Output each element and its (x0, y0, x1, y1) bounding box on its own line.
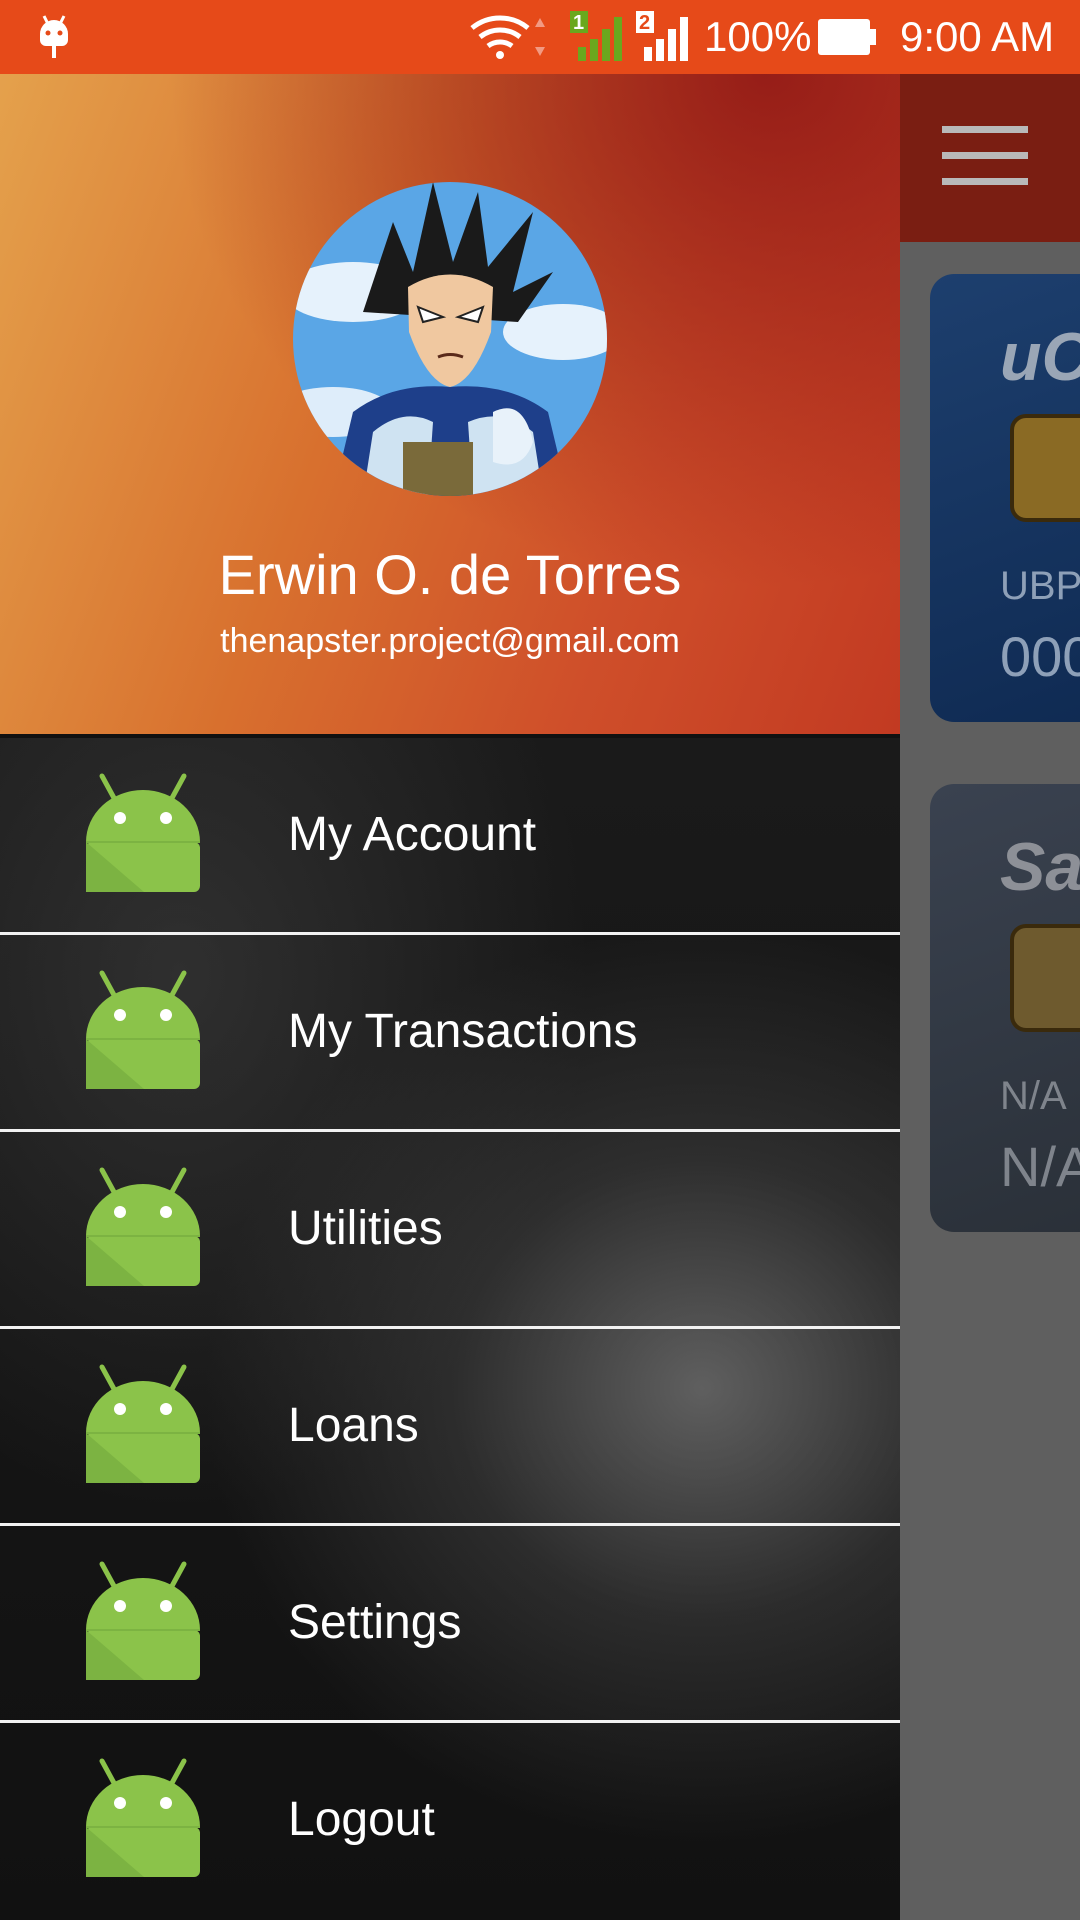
nav-item-utilities[interactable]: Utilities (0, 1132, 900, 1329)
nav-label: My Transactions (288, 1005, 638, 1058)
sim1-signal-icon: 1 (568, 0, 628, 74)
android-icon (84, 1363, 202, 1487)
card-label: N/A (1000, 1074, 1067, 1118)
savings-card[interactable]: Sa N/A N/A (930, 784, 1080, 1232)
card-title: Sa (1000, 829, 1080, 905)
app-toolbar (900, 74, 1080, 242)
nav-item-my-account[interactable]: My Account (0, 738, 900, 935)
android-icon (84, 1757, 202, 1881)
sim1-label: 1 (573, 12, 584, 34)
status-time: 9:00 AM (900, 13, 1055, 60)
card-chip-icon (1010, 924, 1080, 1032)
sim2-label: 2 (639, 12, 650, 34)
nav-label: Logout (288, 1793, 435, 1846)
nav-label: Settings (288, 1596, 462, 1649)
card-number: 000 (1000, 625, 1080, 688)
card-label: UBP (1000, 564, 1080, 608)
app-content: uC UBP 000 Sa N/A N/A (900, 242, 1080, 1920)
nav-label: Loans (288, 1399, 419, 1452)
card-number: N/A (1000, 1135, 1080, 1198)
avatar[interactable] (293, 182, 607, 496)
status-bar: 1 2 100% 9:00 AM (0, 0, 1080, 74)
navigation-drawer: Erwin O. de Torres thenapster.project@gm… (0, 74, 900, 1920)
nav-item-my-transactions[interactable]: My Transactions (0, 935, 900, 1132)
user-email: thenapster.project@gmail.com (220, 622, 680, 660)
nav-label: Utilities (288, 1202, 443, 1255)
battery-percent: 100% (704, 13, 812, 60)
sim2-signal-icon: 2 (634, 0, 694, 74)
card-title: uC (1000, 319, 1080, 395)
wifi-icon (470, 0, 550, 74)
android-icon (84, 969, 202, 1093)
android-icon (84, 1560, 202, 1684)
nav-item-logout[interactable]: Logout (0, 1723, 900, 1917)
user-name: Erwin O. de Torres (218, 543, 682, 606)
nav-item-settings[interactable]: Settings (0, 1526, 900, 1723)
nav-list: My Account My Transactions Utilities Loa… (0, 738, 900, 1920)
android-icon (84, 1166, 202, 1290)
battery-icon (816, 0, 878, 74)
account-card[interactable]: uC UBP 000 (930, 274, 1080, 722)
android-debug-icon (36, 0, 72, 74)
nav-label: My Account (288, 808, 537, 861)
card-chip-icon (1010, 414, 1080, 522)
nav-item-loans[interactable]: Loans (0, 1329, 900, 1526)
drawer-header: Erwin O. de Torres thenapster.project@gm… (0, 74, 900, 738)
hamburger-menu-icon[interactable] (942, 126, 1028, 186)
android-icon (84, 772, 202, 896)
